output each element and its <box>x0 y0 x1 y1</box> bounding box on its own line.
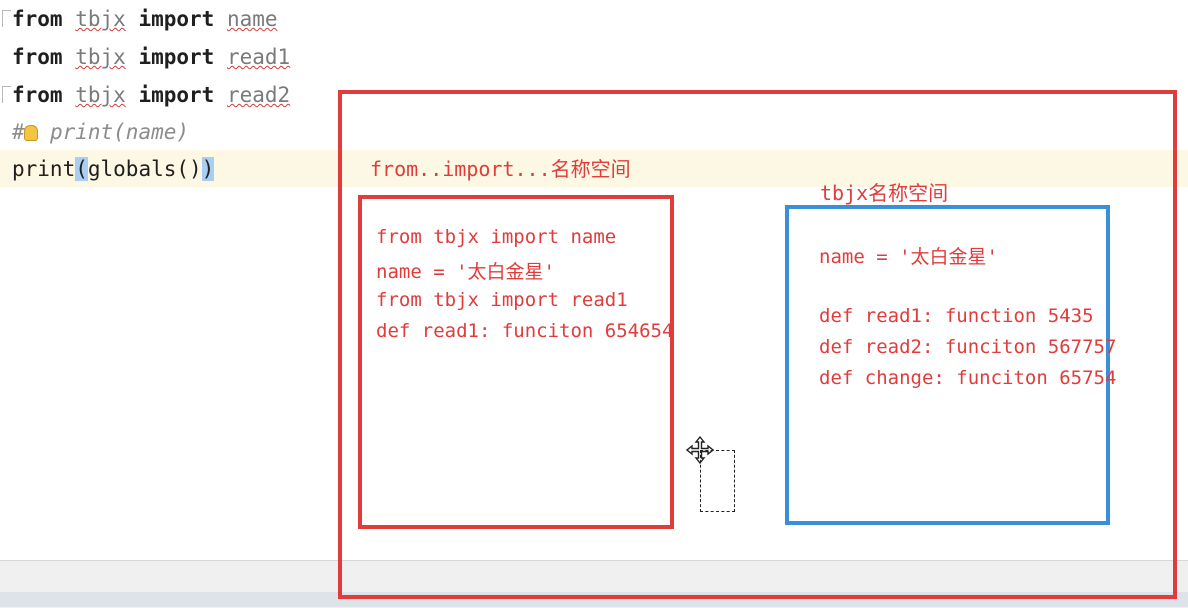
imported-name: read2 <box>226 83 291 107</box>
selection-rectangle <box>700 450 735 512</box>
left-line-4: def read1: funciton 654654 <box>376 320 674 342</box>
module-name: tbjx <box>75 45 126 69</box>
fold-marker[interactable] <box>2 86 11 103</box>
right-line-5: def change: funciton 65754 <box>819 367 1117 389</box>
comment-hash: # <box>12 120 25 144</box>
code-line-4[interactable]: # print(name) <box>12 113 189 151</box>
code-line-1[interactable]: from tbjx import name <box>12 0 278 38</box>
right-line-1: name = '太白金星' <box>819 246 998 268</box>
module-name: tbjx <box>75 7 126 31</box>
imported-name: name <box>226 7 278 31</box>
left-line-3: from tbjx import read1 <box>376 289 628 311</box>
keyword-import: import <box>138 7 215 31</box>
print-function: print <box>12 157 76 181</box>
fold-marker[interactable] <box>2 10 11 27</box>
keyword-from: from <box>12 83 63 107</box>
code-line-2[interactable]: from tbjx import read1 <box>12 38 290 76</box>
open-paren: ( <box>75 157 88 181</box>
tbjx-namespace-title: tbjx名称空间 <box>820 181 949 205</box>
lightbulb-icon[interactable] <box>24 125 38 141</box>
imported-name: read1 <box>226 45 291 69</box>
comment-text: print(name) <box>49 120 190 144</box>
code-line-5[interactable]: print(globals()) <box>12 150 215 188</box>
keyword-from: from <box>12 7 63 31</box>
keyword-import: import <box>138 45 215 69</box>
from-import-namespace-title: from..import...名称空间 <box>370 157 631 181</box>
globals-call: globals() <box>87 157 202 181</box>
keyword-from: from <box>12 45 63 69</box>
right-line-3: def read1: function 5435 <box>819 305 1094 327</box>
close-paren: ) <box>201 157 215 181</box>
left-line-2: name = '太白金星' <box>376 261 555 283</box>
keyword-import: import <box>138 83 215 107</box>
code-line-3[interactable]: from tbjx import read2 <box>12 76 290 114</box>
right-line-4: def read2: funciton 567757 <box>819 336 1117 358</box>
module-name: tbjx <box>75 83 126 107</box>
left-line-1: from tbjx import name <box>376 226 617 248</box>
